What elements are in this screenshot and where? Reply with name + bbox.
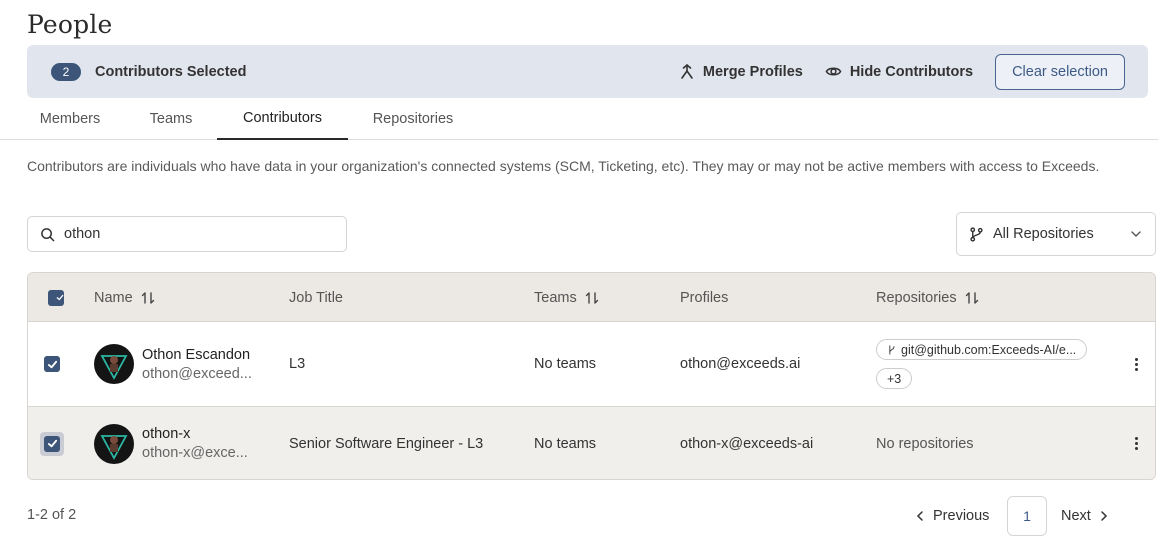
column-header-teams[interactable]: Teams [534,273,599,322]
hide-contributors-button[interactable]: Hide Contributors [825,63,973,80]
name-cell: othon-x othon-x@exce... [94,407,248,479]
person-email: othon-x@exce... [142,445,248,461]
tab-members[interactable]: Members [27,98,113,139]
repository-chip[interactable]: git@github.com:Exceeds-AI/e... [876,339,1088,360]
next-page-button[interactable]: Next [1061,496,1111,536]
avatar-logo-icon [100,434,128,460]
chevron-right-icon [1101,511,1107,521]
column-header-repositories-label: Repositories [876,289,957,306]
merge-icon [681,63,693,79]
previous-page-button[interactable]: Previous [913,496,989,536]
repository-filter-label: All Repositories [993,226,1094,242]
chevron-down-icon [1131,231,1141,237]
previous-page-label: Previous [933,508,990,524]
eye-icon [825,67,842,76]
page-number-button[interactable]: 1 [1007,496,1047,536]
clear-selection-button[interactable]: Clear selection [995,53,1125,90]
pagination-range: 1-2 of 2 [27,507,77,523]
row-select-cell [40,322,64,406]
row-actions-menu-icon[interactable] [1128,435,1144,451]
search-input[interactable] [64,226,314,242]
contributors-description: Contributors are individuals who have da… [27,158,1100,174]
profiles-cell: othon@exceeds.ai [680,356,801,372]
tab-bar: Members Teams Contributors Repositories [0,98,1158,140]
hide-contributors-label: Hide Contributors [849,63,974,80]
contributors-table: Name Job Title Teams Profiles Repositori… [27,272,1156,480]
check-icon [56,294,64,301]
more-repositories-chip[interactable]: +3 [876,368,913,389]
repositories-cell: No repositories [876,435,974,452]
teams-cell: No teams [534,356,597,372]
next-page-label: Next [1061,508,1091,524]
sort-icon [965,291,978,304]
row-actions-menu-icon[interactable] [1128,356,1144,372]
job-title-cell: Senior Software Engineer - L3 [289,435,484,452]
person-email: othon@exceed... [142,365,252,382]
table-row[interactable]: Othon Escandon othon@exceed... L3 No tea… [28,322,1155,407]
row-checkbox[interactable] [40,352,64,376]
selection-actions: Merge Profiles Hide Contributors Clear s… [679,53,1125,90]
select-all-cell [44,273,68,322]
column-header-job-title-label: Job Title [289,289,343,306]
teams-cell: No teams [534,435,597,452]
person-name: Othon Escandon [142,346,251,363]
sort-icon [585,291,598,304]
merge-profiles-label: Merge Profiles [702,63,803,80]
row-select-cell [40,407,64,479]
name-block: Othon Escandon othon@exceed... [142,347,252,382]
job-title-cell: L3 [289,356,306,372]
repository-chip-label: git@github.com:Exceeds-AI/e... [901,342,1077,357]
table-row[interactable]: othon-x othon-x@exce... Senior Software … [28,407,1155,479]
column-header-job-title: Job Title [289,273,343,322]
check-icon [47,439,57,448]
column-header-profiles-label: Profiles [680,289,729,306]
check-icon [47,360,57,368]
search-icon [41,227,55,241]
name-cell: Othon Escandon othon@exceed... [94,322,252,406]
row-checkbox[interactable] [40,431,64,456]
chevron-left-icon [916,511,923,521]
select-all-checkbox[interactable] [44,286,68,310]
column-header-teams-label: Teams [534,289,577,306]
avatar [94,423,134,464]
table-header: Name Job Title Teams Profiles Repositori… [28,273,1155,322]
person-name: othon-x [142,426,191,442]
avatar [94,344,134,384]
column-header-name-label: Name [94,289,133,306]
git-branch-icon [889,344,895,355]
repository-filter-dropdown[interactable]: All Repositories [956,212,1156,256]
selected-count-badge: 2 [51,62,81,81]
selection-bar: 2 Contributors Selected Merge Profiles H… [27,45,1148,98]
column-header-repositories[interactable]: Repositories [876,273,979,322]
tab-teams[interactable]: Teams [128,98,214,139]
tab-contributors[interactable]: Contributors [217,98,348,140]
git-branch-icon [970,226,983,242]
merge-profiles-button[interactable]: Merge Profiles [679,64,803,80]
sort-icon [141,291,154,304]
column-header-name[interactable]: Name [94,273,155,322]
column-header-profiles: Profiles [680,273,728,322]
repositories-cell: git@github.com:Exceeds-AI/e... +3 [876,322,1088,406]
profiles-cell: othon-x@exceeds-ai [680,435,814,452]
tab-repositories[interactable]: Repositories [360,98,466,139]
search-box[interactable] [27,216,347,252]
avatar-logo-icon [100,355,128,380]
name-block: othon-x othon-x@exce... [142,426,248,461]
page-title: People [27,10,113,39]
selected-label: Contributors Selected [95,63,247,80]
